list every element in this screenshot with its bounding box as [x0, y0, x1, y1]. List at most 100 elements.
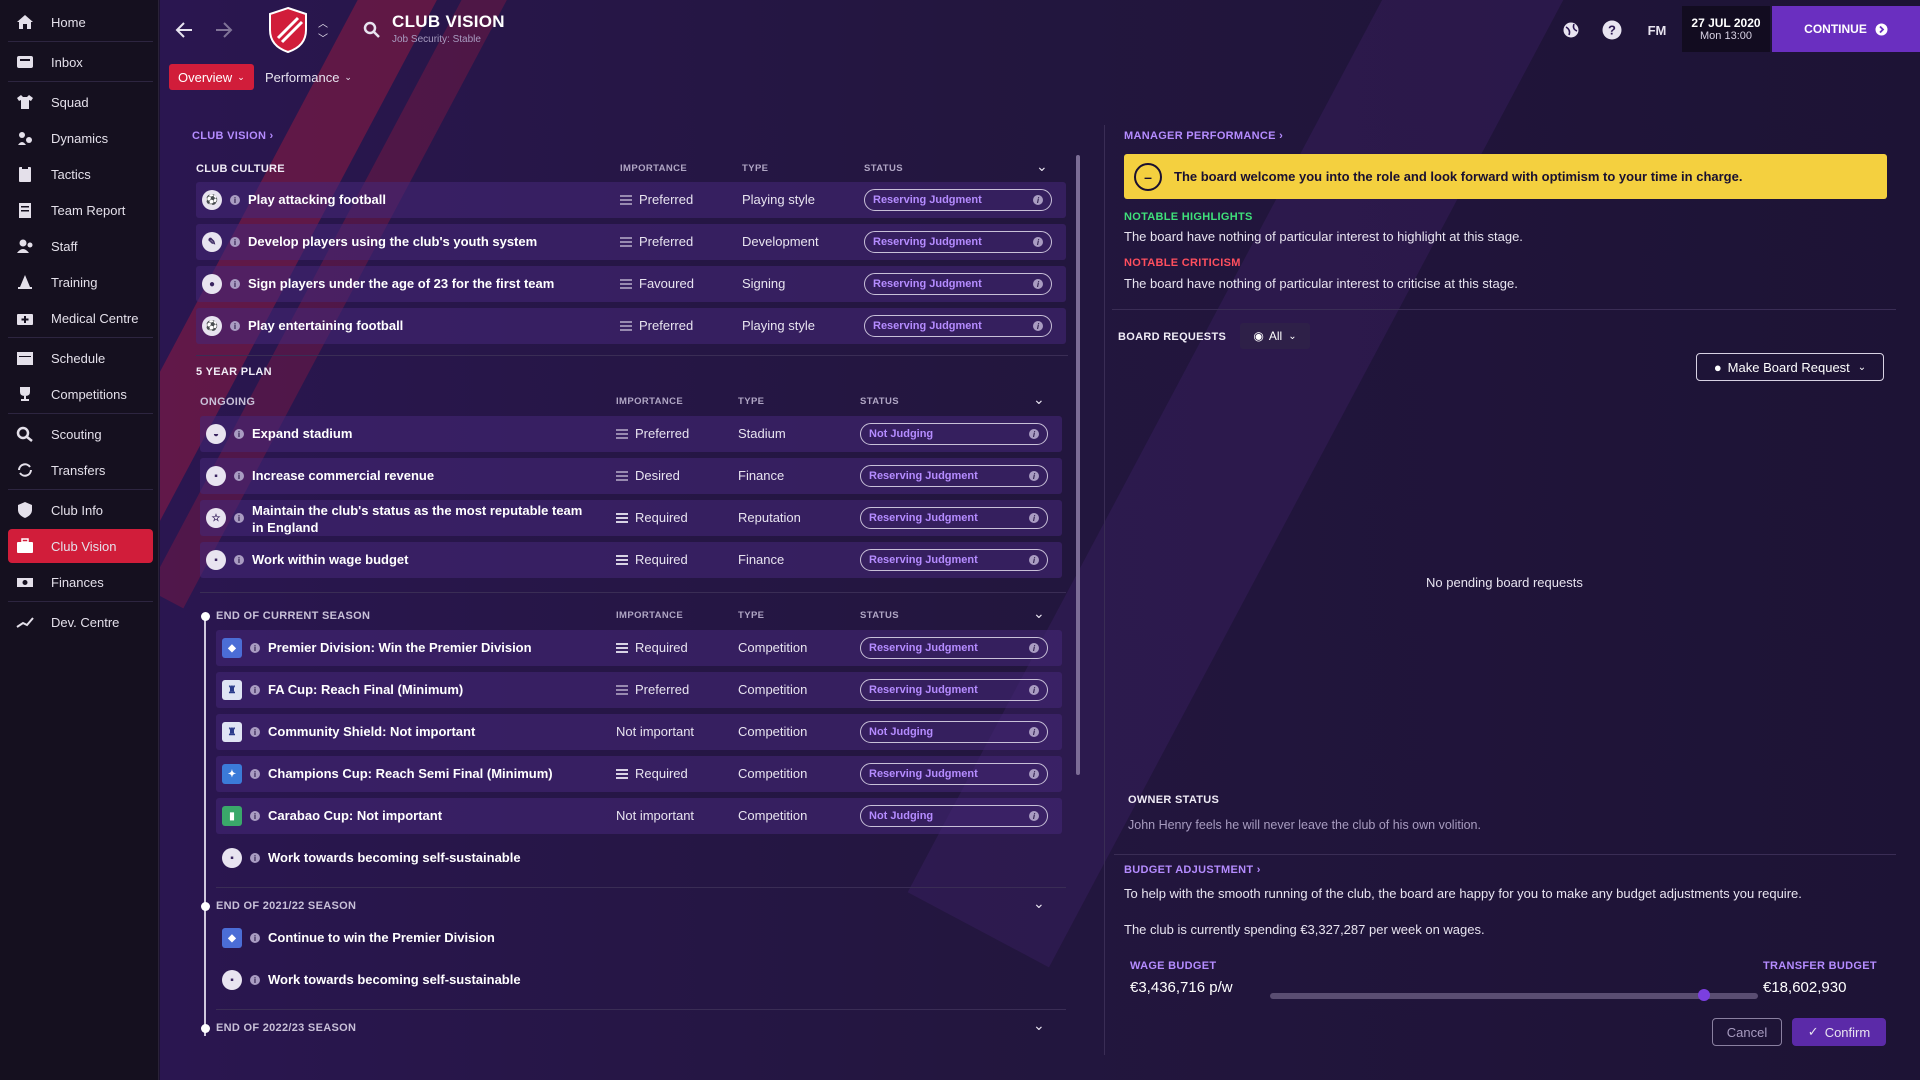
- chevron-down-icon[interactable]: ⌄: [1033, 391, 1045, 408]
- chevron-down-icon[interactable]: ⌄: [1033, 895, 1045, 912]
- sidebar-item-scouting[interactable]: Scouting: [8, 417, 153, 451]
- back-button[interactable]: [172, 16, 196, 44]
- info-icon[interactable]: i: [250, 853, 260, 863]
- club-vision-link[interactable]: CLUB VISION ›: [192, 130, 274, 142]
- info-icon[interactable]: i: [250, 643, 260, 653]
- sidebar-item-team-report[interactable]: Team Report: [8, 193, 153, 227]
- home-icon: [14, 13, 36, 31]
- table-row[interactable]: ✎ i Develop players using the club's you…: [196, 224, 1066, 260]
- info-icon: i: [1029, 555, 1039, 565]
- sidebar-item-home[interactable]: Home: [8, 5, 153, 39]
- info-icon[interactable]: i: [250, 811, 260, 821]
- tab-performance[interactable]: Performance ⌄: [256, 64, 356, 90]
- info-icon[interactable]: i: [234, 471, 244, 481]
- budget-slider-track[interactable]: [1270, 993, 1758, 999]
- type-value: Competition: [738, 682, 808, 697]
- chevron-down-icon[interactable]: ⌄: [1036, 158, 1048, 175]
- info-icon[interactable]: i: [250, 769, 260, 779]
- table-row[interactable]: ◆ i Premier Division: Win the Premier Di…: [216, 630, 1062, 666]
- row-text: Play attacking football: [248, 192, 386, 207]
- sidebar-item-medical[interactable]: Medical Centre: [8, 301, 153, 335]
- info-icon[interactable]: i: [234, 513, 244, 523]
- status-badge[interactable]: Reserving Judgment i: [864, 189, 1052, 211]
- info-icon: i: [1033, 237, 1043, 247]
- table-row[interactable]: ♜ i FA Cup: Reach Final (Minimum) Prefer…: [216, 672, 1062, 708]
- sidebar-item-staff[interactable]: Staff: [8, 229, 153, 263]
- info-icon[interactable]: i: [230, 237, 240, 247]
- table-row[interactable]: ▪ i Work within wage budget Required Fin…: [200, 542, 1062, 578]
- table-row[interactable]: ⚽ i Play attacking football Preferred Pl…: [196, 182, 1066, 218]
- scrollbar[interactable]: [1076, 155, 1080, 775]
- sidebar-item-competitions[interactable]: Competitions: [8, 377, 153, 411]
- sidebar-item-schedule[interactable]: Schedule: [8, 341, 153, 375]
- info-icon[interactable]: i: [250, 685, 260, 695]
- money-icon: ▪: [206, 466, 226, 486]
- sidebar-item-transfers[interactable]: Transfers: [8, 453, 153, 487]
- table-row[interactable]: ⚽ i Play entertaining football Preferred…: [196, 308, 1066, 344]
- info-icon[interactable]: i: [250, 975, 260, 985]
- status-badge[interactable]: Reserving Judgment i: [864, 315, 1052, 337]
- sidebar-item-label: Medical Centre: [51, 310, 139, 326]
- info-icon[interactable]: i: [250, 727, 260, 737]
- info-icon[interactable]: i: [250, 933, 260, 943]
- world-button[interactable]: [1559, 18, 1583, 42]
- sidebar-item-club-vision[interactable]: Club Vision: [8, 529, 153, 563]
- sidebar-item-training[interactable]: Training: [8, 265, 153, 299]
- club-crest[interactable]: [266, 6, 310, 54]
- table-row[interactable]: ▪ i Increase commercial revenue Desired …: [200, 458, 1062, 494]
- info-icon[interactable]: i: [230, 279, 240, 289]
- status-badge[interactable]: Reserving Judgment i: [860, 465, 1048, 487]
- date-display[interactable]: 27 JUL 2020 Mon 13:00: [1682, 6, 1770, 52]
- club-switch-button[interactable]: ︿ ﹀: [316, 14, 330, 46]
- fm-menu-button[interactable]: FM: [1643, 18, 1671, 42]
- sidebar-item-label: Staff: [51, 238, 78, 254]
- status-badge[interactable]: Reserving Judgment i: [860, 549, 1048, 571]
- sidebar-item-inbox[interactable]: Inbox: [8, 45, 153, 79]
- info-icon: i: [1029, 685, 1039, 695]
- confirm-button[interactable]: ✓ Confirm: [1792, 1018, 1886, 1046]
- make-board-request-button[interactable]: ● Make Board Request ⌄: [1696, 353, 1884, 381]
- info-icon[interactable]: i: [234, 429, 244, 439]
- budget-adjustment-link[interactable]: BUDGET ADJUSTMENT ›: [1124, 864, 1261, 876]
- table-row[interactable]: ● i Sign players under the age of 23 for…: [196, 266, 1066, 302]
- table-row[interactable]: ◆ i Continue to win the Premier Division: [216, 920, 1062, 956]
- chevron-down-icon[interactable]: ⌄: [1033, 605, 1045, 622]
- table-row[interactable]: ▪ i Work towards becoming self-sustainab…: [216, 840, 1062, 876]
- premier-division-logo: ◆: [222, 928, 242, 948]
- table-row[interactable]: ☆ i Maintain the club's status as the mo…: [200, 500, 1062, 536]
- table-row[interactable]: ▮ i Carabao Cup: Not important Not impor…: [216, 798, 1062, 834]
- info-icon[interactable]: i: [230, 195, 240, 205]
- table-row[interactable]: ✦ i Champions Cup: Reach Semi Final (Min…: [216, 756, 1062, 792]
- status-badge[interactable]: Not Judging i: [860, 423, 1048, 445]
- table-row[interactable]: ▪ i Work towards becoming self-sustainab…: [216, 962, 1062, 998]
- sidebar-item-finances[interactable]: Finances: [8, 565, 153, 599]
- status-badge[interactable]: Reserving Judgment i: [860, 679, 1048, 701]
- status-badge[interactable]: Reserving Judgment i: [864, 231, 1052, 253]
- carabao-cup-logo: ▮: [222, 806, 242, 826]
- chevron-down-icon[interactable]: ⌄: [1033, 1017, 1045, 1034]
- sidebar-item-dynamics[interactable]: Dynamics: [8, 121, 153, 155]
- table-row[interactable]: ♜ i Community Shield: Not important Not …: [216, 714, 1062, 750]
- help-button[interactable]: ?: [1600, 18, 1624, 42]
- sidebar-item-tactics[interactable]: Tactics: [8, 157, 153, 191]
- row-text: Work towards becoming self-sustainable: [268, 972, 521, 987]
- status-badge[interactable]: Reserving Judgment i: [860, 507, 1048, 529]
- sidebar-item-squad[interactable]: Squad: [8, 85, 153, 119]
- requests-filter-dropdown[interactable]: ◉ All ⌄: [1240, 323, 1310, 349]
- sidebar-item-dev-centre[interactable]: Dev. Centre: [8, 605, 153, 639]
- cancel-button[interactable]: Cancel: [1712, 1018, 1782, 1046]
- continue-button[interactable]: CONTINUE: [1772, 6, 1920, 52]
- manager-performance-link[interactable]: MANAGER PERFORMANCE ›: [1124, 130, 1283, 142]
- status-badge[interactable]: Reserving Judgment i: [860, 637, 1048, 659]
- status-badge[interactable]: Not Judging i: [860, 805, 1048, 827]
- search-button[interactable]: [360, 18, 384, 42]
- tab-overview[interactable]: Overview ⌄: [169, 64, 254, 90]
- status-badge[interactable]: Not Judging i: [860, 721, 1048, 743]
- status-badge[interactable]: Reserving Judgment i: [860, 763, 1048, 785]
- forward-button[interactable]: [212, 16, 236, 44]
- sidebar-item-club-info[interactable]: Club Info: [8, 493, 153, 527]
- info-icon[interactable]: i: [230, 321, 240, 331]
- table-row[interactable]: ◒ i Expand stadium Preferred Stadium Not…: [200, 416, 1062, 452]
- info-icon[interactable]: i: [234, 555, 244, 565]
- status-badge[interactable]: Reserving Judgment i: [864, 273, 1052, 295]
